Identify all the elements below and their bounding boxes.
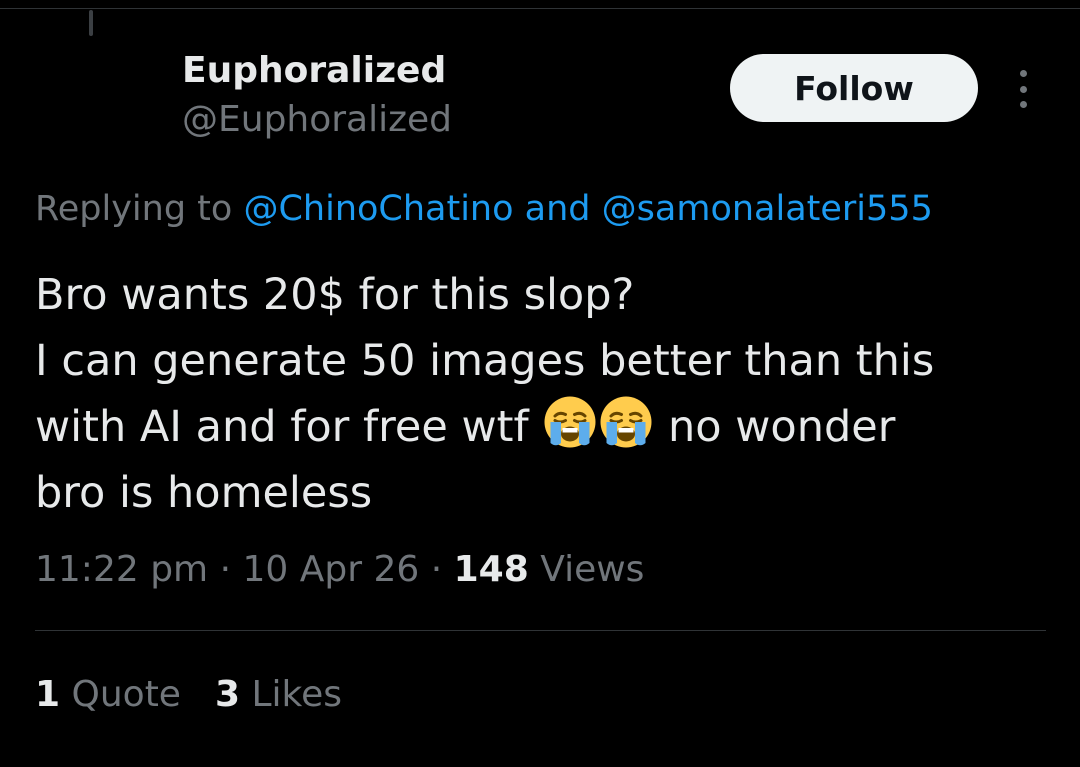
reply-prefix: Replying to	[35, 189, 233, 229]
author-display-name[interactable]: Euphoralized	[182, 50, 446, 91]
tweet-line: with AI and for free wtf no wonder	[35, 394, 1055, 460]
tweet-text-segment: no wonder	[667, 402, 896, 452]
more-options-icon[interactable]	[1008, 66, 1038, 112]
tweet-line: bro is homeless	[35, 468, 373, 518]
author-handle[interactable]: @Euphoralized	[182, 99, 452, 140]
reply-context: Replying to @ChinoChatino and @samonalat…	[35, 189, 933, 229]
likes-count: 3	[214, 674, 241, 715]
more-dot	[1019, 70, 1027, 77]
tweet-time[interactable]: 11:22 pm	[35, 549, 208, 590]
tweet-date[interactable]: 10 Apr 26	[242, 549, 419, 590]
loudly-crying-face-icon	[600, 396, 652, 448]
engagement-stats: 1 Quote 3 Likes	[35, 674, 342, 715]
loudly-crying-face-icon	[544, 396, 596, 448]
likes-stat[interactable]: 3 Likes	[215, 674, 342, 715]
tweet-text-segment: with AI and for free wtf	[35, 402, 529, 452]
tweet-body: Bro wants 20$ for this slop? I can gener…	[35, 262, 1055, 526]
more-dot	[1019, 101, 1027, 108]
top-border	[0, 8, 1080, 9]
follow-button[interactable]: Follow	[730, 54, 978, 122]
meta-separator: ·	[430, 549, 443, 590]
quotes-count: 1	[35, 674, 61, 715]
more-dot	[1019, 85, 1027, 93]
tweet-line: I can generate 50 images better than thi…	[35, 336, 935, 386]
reply-joiner[interactable]: and	[525, 189, 591, 229]
likes-label: Likes	[251, 674, 343, 715]
quotes-stat[interactable]: 1 Quote	[35, 674, 181, 715]
mention-link-samonalateri555[interactable]: @samonalateri555	[602, 189, 933, 229]
thread-connector-line	[89, 10, 93, 36]
meta-separator: ·	[219, 549, 232, 590]
mention-link-chinochatino[interactable]: @ChinoChatino	[243, 189, 513, 229]
stats-divider	[35, 630, 1046, 631]
views-label: Views	[540, 549, 645, 590]
tweet-meta: 11:22 pm · 10 Apr 26 · 148 Views	[35, 549, 644, 590]
views-count: 148	[453, 549, 529, 590]
tweet-line: Bro wants 20$ for this slop?	[35, 270, 635, 320]
quotes-label: Quote	[71, 674, 181, 715]
